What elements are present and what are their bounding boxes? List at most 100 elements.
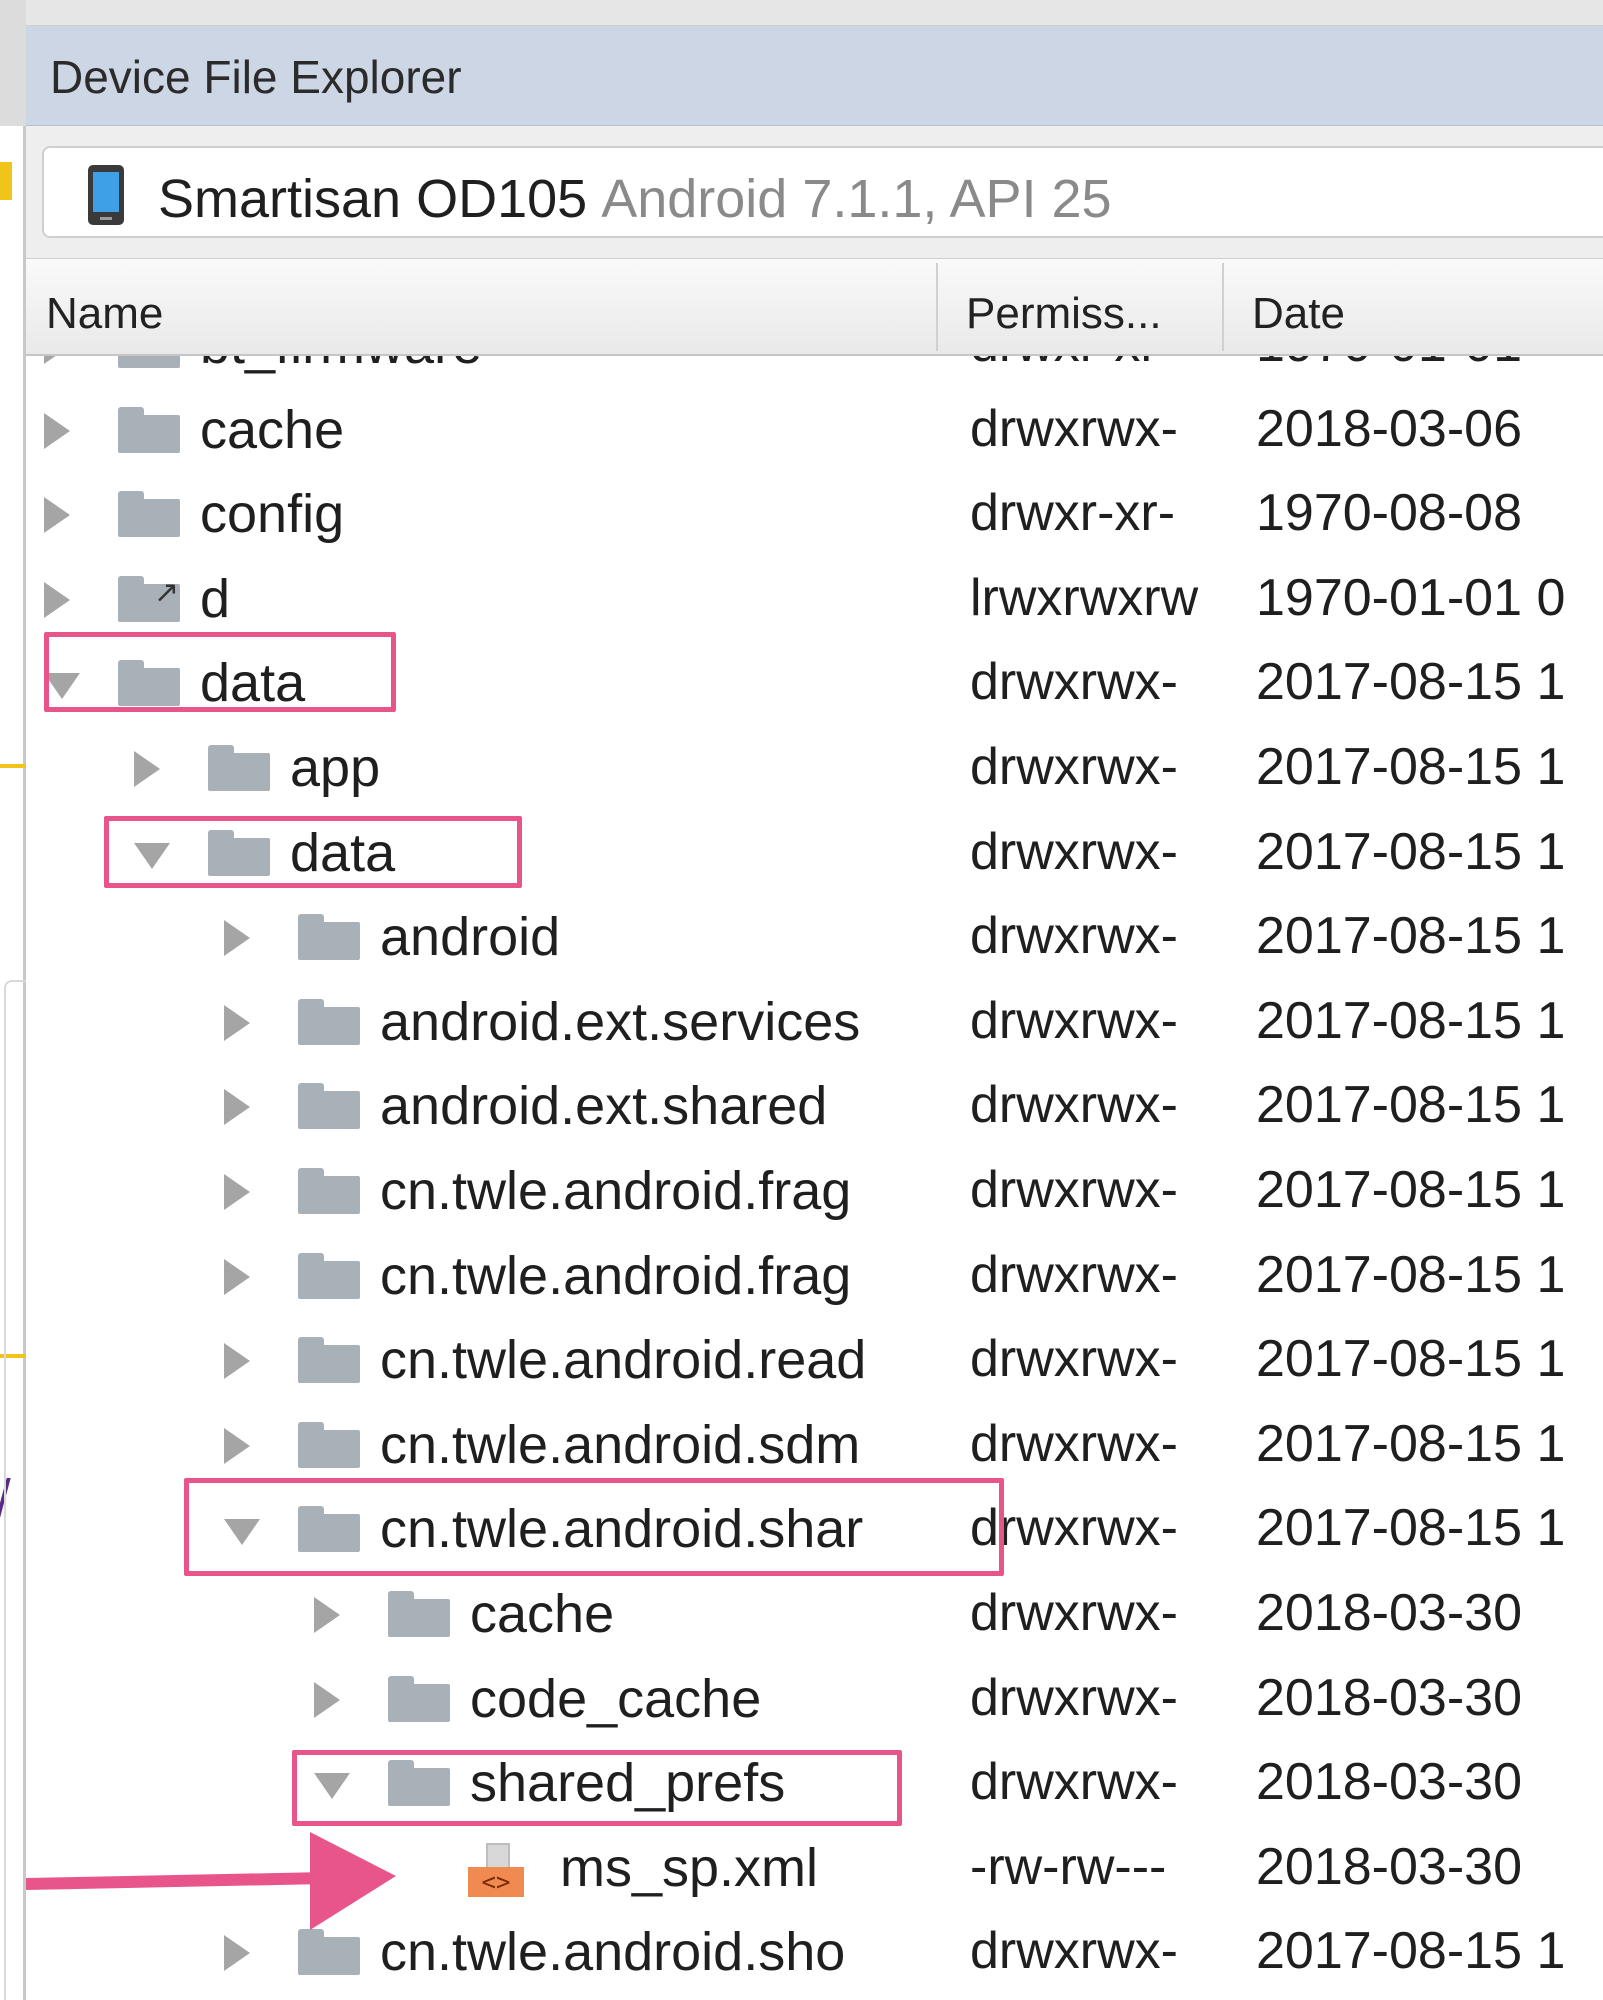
folder-icon: [298, 1083, 360, 1130]
file-name: android.ext.shared: [380, 1076, 828, 1137]
tree-row-folder[interactable]: android.ext.services drwxrwx- 2017-08-15 1: [26, 979, 1603, 1063]
chevron-right-icon[interactable]: [224, 1427, 250, 1464]
file-permissions: drwxrwx-: [970, 1753, 1178, 1812]
tree-row-folder[interactable]: app drwxrwx- 2017-08-15 1: [26, 725, 1603, 809]
folder-icon: [118, 491, 180, 538]
chevron-right-icon[interactable]: [134, 751, 160, 787]
chevron-right-icon[interactable]: [224, 1004, 250, 1041]
file-date: 2017-08-15 1: [1256, 1414, 1566, 1473]
file-date: 2018-03-30: [1256, 1668, 1522, 1727]
phone-icon: [88, 165, 124, 225]
file-name: cn.twle.android.sho: [380, 1922, 846, 1983]
column-separator[interactable]: [936, 263, 938, 351]
chevron-right-icon[interactable]: [44, 356, 70, 364]
chevron-right-icon[interactable]: [44, 581, 70, 618]
file-date: 1970-01-01 0: [1256, 568, 1566, 627]
chevron-down-icon[interactable]: [134, 842, 170, 869]
file-name: cn.twle.android.frag: [380, 1245, 852, 1306]
chevron-right-icon[interactable]: [44, 497, 70, 534]
chevron-right-icon[interactable]: [224, 920, 250, 957]
tree-row-folder[interactable]: android.ext.shared drwxrwx- 2017-08-15 1: [26, 1063, 1603, 1147]
file-permissions: drwxr-xr-: [970, 356, 1260, 374]
file-date: 2017-08-15 1: [1256, 1499, 1566, 1558]
device-label: Smartisan OD105 Android 7.1.1, API 25: [158, 168, 1112, 230]
column-separator[interactable]: [1222, 263, 1224, 351]
table-header: Name Permiss... Date: [26, 258, 1603, 356]
tree-row-folder[interactable]: data drwxrwx- 2017-08-15 1: [26, 810, 1603, 894]
top-toolbar-strip: [26, 0, 1603, 26]
file-date: 2018-03-06: [1256, 399, 1522, 458]
file-date: 2018-03-30: [1256, 1837, 1522, 1896]
file-name: app: [290, 738, 381, 798]
column-header-name[interactable]: Name: [46, 289, 163, 339]
tree-row-folder[interactable]: cn.twle.android.read drwxrwx- 2017-08-15 1: [26, 1317, 1603, 1401]
tree-row-folder[interactable]: cn.twle.android.shar drwxrwx- 2017-08-15 1: [26, 1486, 1603, 1570]
file-permissions: drwxrwx-: [970, 1076, 1178, 1135]
device-name: Smartisan OD105: [158, 169, 588, 229]
file-name: ms_sp.xml: [560, 1837, 819, 1898]
tree-row-folder[interactable]: ↗ d lrwxrwxrw 1970-01-01 0: [26, 556, 1603, 640]
tree-row-folder[interactable]: cn.twle.android.frag drwxrwx- 2017-08-15 1: [26, 1148, 1603, 1232]
gutter-line: [0, 764, 26, 768]
folder-icon: [298, 1168, 360, 1214]
chevron-right-icon[interactable]: [224, 1174, 250, 1210]
file-name: data: [290, 822, 396, 883]
chevron-right-icon[interactable]: [314, 1681, 340, 1718]
chevron-down-icon[interactable]: [224, 1519, 260, 1546]
device-selector-bar: Smartisan OD105 Android 7.1.1, API 25: [26, 126, 1603, 258]
file-date: 2017-08-15 1: [1256, 1076, 1566, 1135]
file-name: shared_prefs: [470, 1753, 786, 1814]
file-name: cn.twle.android.shar: [380, 1499, 864, 1560]
gutter-top: [0, 0, 26, 126]
chevron-right-icon[interactable]: [44, 412, 70, 449]
file-date: 2017-08-15 1: [1256, 1161, 1566, 1219]
tree-row-folder[interactable]: shared_prefs drwxrwx- 2018-03-30: [26, 1740, 1603, 1824]
tree-row-folder[interactable]: config drwxr-xr- 1970-08-08: [26, 471, 1603, 555]
file-date: 2017-08-15 1: [1256, 738, 1566, 796]
tree-row-folder[interactable]: android drwxrwx- 2017-08-15 1: [26, 894, 1603, 978]
folder-icon: [118, 406, 180, 453]
file-date: 2018-03-30: [1256, 1753, 1522, 1812]
folder-icon: [208, 829, 270, 876]
file-date: 2017-08-15 1: [1256, 1245, 1566, 1304]
chevron-right-icon[interactable]: [224, 1089, 250, 1126]
chevron-right-icon[interactable]: [224, 1343, 250, 1380]
file-name: android.ext.services: [380, 991, 861, 1052]
folder-icon: [118, 660, 180, 707]
chevron-down-icon[interactable]: [44, 673, 80, 700]
chevron-right-icon[interactable]: [314, 1597, 340, 1633]
tool-window-title-bar: Device File Explorer: [26, 26, 1603, 126]
pointer-arrow-icon: [26, 1832, 396, 1930]
chevron-right-icon[interactable]: [224, 1935, 250, 1972]
tree-row-folder[interactable]: cache drwxrwx- 2018-03-30: [26, 1571, 1603, 1655]
tree-row-folder[interactable]: cn.twle.android.frag drwxrwx- 2017-08-15 1: [26, 1233, 1603, 1317]
folder-icon: [118, 356, 180, 368]
file-permissions: drwxrwx-: [970, 1922, 1178, 1981]
file-permissions: drwxrwx-: [970, 1499, 1178, 1558]
folder-icon: [298, 1421, 360, 1468]
folder-icon: [298, 998, 360, 1045]
tree-row-folder[interactable]: cache drwxrwx- 2018-03-06: [26, 387, 1603, 471]
chevron-down-icon[interactable]: [314, 1773, 350, 1800]
folder-icon: [388, 1591, 450, 1637]
chevron-right-icon[interactable]: [224, 1258, 250, 1295]
file-name: cache: [470, 1584, 615, 1644]
editor-panel-edge: [4, 980, 26, 2000]
file-permissions: drwxrwx-: [970, 1414, 1178, 1473]
tree-row-folder[interactable]: cn.twle.android.sdm drwxrwx- 2017-08-15 1: [26, 1402, 1603, 1486]
file-permissions: drwxrwx-: [970, 991, 1178, 1050]
folder-icon: [388, 1675, 450, 1722]
tree-row-folder[interactable]: code_cache drwxrwx- 2018-03-30: [26, 1656, 1603, 1740]
column-header-date[interactable]: Date: [1252, 289, 1345, 339]
column-header-permissions[interactable]: Permiss...: [966, 289, 1162, 339]
file-date: 2017-08-15 1: [1256, 907, 1566, 966]
editor-gutter-strip: [0, 0, 26, 2000]
file-tree: bt_firmwaredrwxr-xr-1970-01-01cachedrwxr…: [26, 356, 1603, 2000]
file-name: android: [380, 907, 561, 968]
file-name: bt_firmware: [200, 356, 940, 376]
tree-row-folder[interactable]: data drwxrwx- 2017-08-15 1: [26, 640, 1603, 724]
device-dropdown[interactable]: Smartisan OD105 Android 7.1.1, API 25: [42, 146, 1603, 238]
tree-row-folder[interactable]: bt_firmware drwxr-xr-1970-01-01: [26, 356, 1603, 386]
file-permissions: drwxrwx-: [970, 1245, 1178, 1304]
file-permissions: drwxrwx-: [970, 1668, 1178, 1727]
